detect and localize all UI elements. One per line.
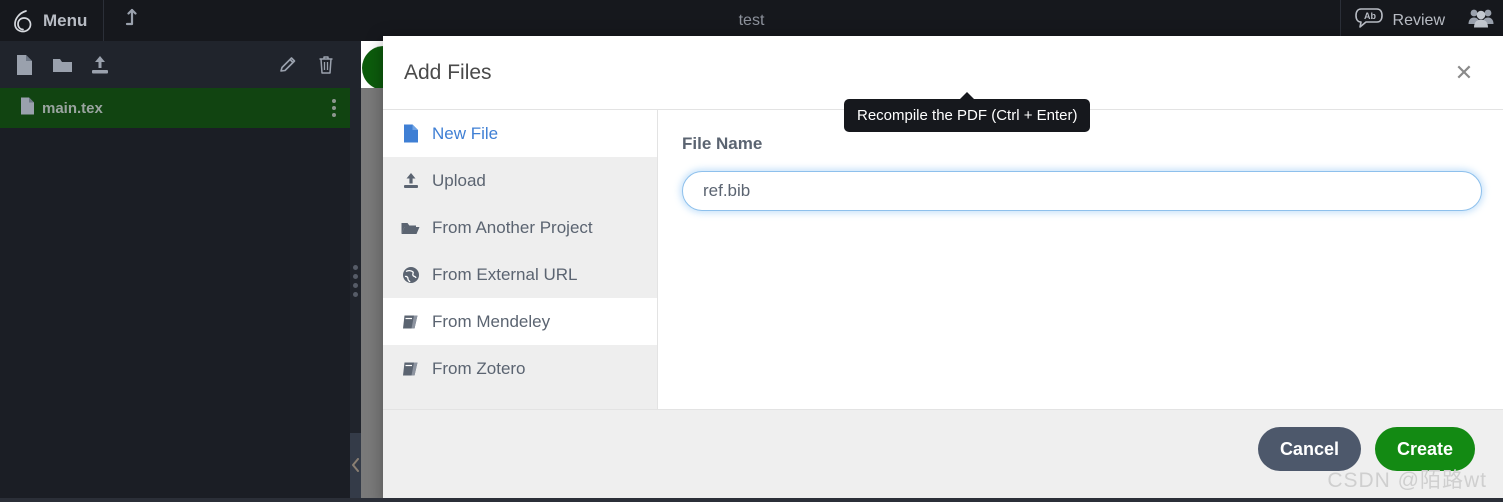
drag-handle-dots-icon[interactable]	[353, 265, 358, 297]
overleaf-editor-screen: Menu test Ab Review main.tex Add Files ✕…	[0, 0, 1503, 502]
review-button-label: Review	[1392, 11, 1445, 29]
source-item-from-zotero[interactable]: From Zotero	[383, 345, 657, 392]
trash-delete-icon[interactable]	[314, 53, 338, 77]
file-tree-item-main-tex[interactable]: main.tex	[0, 88, 350, 128]
file-tree-item-label: main.tex	[42, 99, 103, 117]
globe-icon	[401, 266, 420, 284]
file-source-list: New File Upload From Another Project Fro…	[383, 110, 658, 440]
collaborators-people-icon	[1467, 7, 1495, 34]
project-title: test	[738, 11, 765, 29]
source-item-new-file[interactable]: New File	[383, 110, 657, 157]
source-item-label: From Zotero	[432, 358, 526, 378]
new-file-icon[interactable]	[12, 53, 36, 77]
close-icon[interactable]: ✕	[1451, 60, 1477, 86]
overleaf-logo-icon	[12, 9, 34, 33]
source-item-label: From Mendeley	[432, 311, 551, 331]
tooltip-arrow	[959, 92, 976, 100]
book-icon	[401, 361, 420, 377]
menu-button-label: Menu	[43, 10, 88, 30]
new-file-form: File Name	[658, 110, 1503, 409]
source-item-label: From Another Project	[432, 217, 593, 237]
source-item-label: Upload	[432, 170, 486, 190]
folder-open-icon	[401, 220, 420, 236]
top-bar: Menu test Ab Review	[0, 0, 1503, 41]
upload-icon[interactable]	[88, 53, 112, 77]
back-to-projects-button[interactable]	[104, 0, 160, 41]
file-name-input[interactable]	[682, 171, 1482, 211]
panel-collapse-button[interactable]	[350, 433, 361, 502]
chevron-left-icon	[351, 458, 360, 477]
source-item-upload[interactable]: Upload	[383, 157, 657, 204]
source-item-label: New File	[432, 123, 499, 143]
book-icon	[401, 314, 420, 330]
recompile-tooltip: Recompile the PDF (Ctrl + Enter)	[844, 92, 1091, 132]
back-to-projects-icon	[123, 7, 141, 34]
modal-title: Add Files	[404, 60, 492, 84]
new-folder-icon[interactable]	[50, 53, 74, 77]
vertical-dots-icon[interactable]	[332, 99, 336, 117]
source-item-from-mendeley[interactable]: From Mendeley	[383, 298, 657, 345]
tex-file-icon	[20, 97, 35, 119]
tooltip-text: Recompile the PDF (Ctrl + Enter)	[857, 107, 1078, 124]
source-item-label: From External URL	[432, 264, 578, 284]
svg-text:Ab: Ab	[1364, 11, 1376, 21]
review-ab-bubble-icon: Ab	[1354, 7, 1385, 34]
collaborators-button[interactable]	[1459, 0, 1503, 41]
review-button[interactable]: Ab Review	[1339, 0, 1459, 41]
modal-footer: Cancel Create CSDN @陌路wt	[383, 409, 1503, 502]
top-bar-right-actions: Ab Review	[1339, 0, 1503, 41]
source-item-from-another-project[interactable]: From Another Project	[383, 204, 657, 251]
watermark: CSDN @陌路wt	[1327, 469, 1487, 492]
modal-body: New File Upload From Another Project Fro…	[383, 110, 1503, 440]
file-icon	[401, 124, 420, 143]
file-tree-empty-area	[0, 128, 350, 502]
menu-button[interactable]: Menu	[0, 0, 105, 41]
source-item-from-external-url[interactable]: From External URL	[383, 251, 657, 298]
upload-icon	[401, 172, 420, 190]
pencil-rename-icon[interactable]	[276, 53, 300, 77]
file-tree-toolbar	[0, 41, 350, 88]
window-bottom-edge	[0, 498, 1503, 502]
file-tree-panel: main.tex	[0, 41, 350, 502]
file-name-label: File Name	[682, 134, 763, 153]
